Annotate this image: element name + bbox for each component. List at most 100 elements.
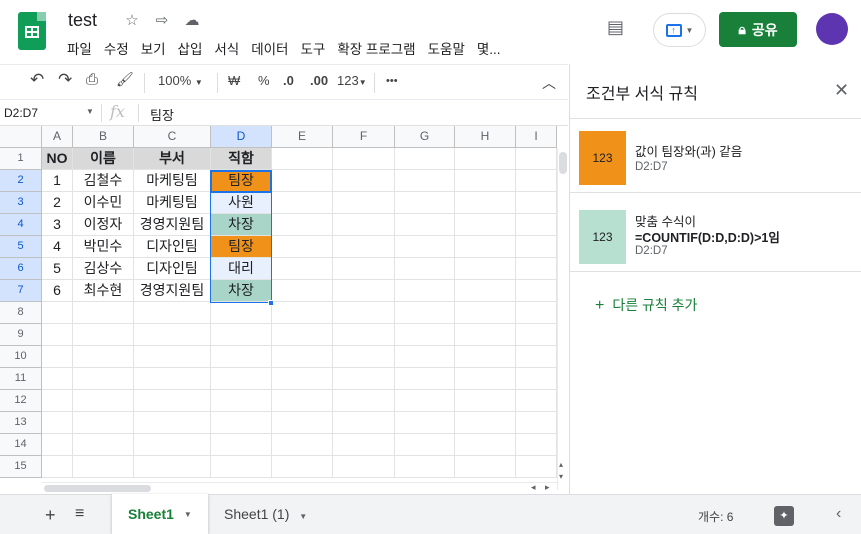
formula-input[interactable]: 팀장	[150, 105, 174, 124]
cell[interactable]	[516, 258, 557, 280]
cell[interactable]: 팀장	[211, 236, 272, 258]
cell[interactable]	[395, 434, 455, 456]
cell[interactable]	[42, 434, 73, 456]
row-header[interactable]: 2	[0, 170, 42, 192]
column-header[interactable]: I	[516, 126, 557, 148]
cell[interactable]: 마케팅팀	[134, 192, 211, 214]
cell[interactable]	[134, 412, 211, 434]
cell[interactable]	[333, 170, 395, 192]
cell[interactable]	[272, 236, 333, 258]
cell[interactable]	[455, 368, 516, 390]
cell[interactable]: 경영지원팀	[134, 280, 211, 302]
scroll-up-icon[interactable]: ▴	[559, 460, 563, 469]
cloud-status-icon[interactable]: ☁	[183, 11, 201, 29]
add-sheet-icon[interactable]: +	[45, 505, 56, 526]
cell[interactable]	[272, 192, 333, 214]
cell[interactable]	[516, 148, 557, 170]
cell[interactable]: 5	[42, 258, 73, 280]
cell[interactable]: 김철수	[73, 170, 134, 192]
all-sheets-icon[interactable]: ≡	[75, 505, 84, 523]
star-icon[interactable]: ☆	[123, 11, 141, 29]
chevron-down-icon[interactable]: ▼	[86, 107, 94, 116]
menu-item[interactable]: 도움말	[428, 38, 465, 58]
cell[interactable]: 최수현	[73, 280, 134, 302]
row-header[interactable]: 13	[0, 412, 42, 434]
cell[interactable]: 차장	[211, 214, 272, 236]
zoom-select[interactable]: 100% ▼	[158, 73, 203, 88]
name-box[interactable]: D2:D7	[4, 106, 94, 120]
cell[interactable]	[455, 302, 516, 324]
more-formats-select[interactable]: 123▼	[337, 73, 367, 88]
cell[interactable]	[395, 390, 455, 412]
cell[interactable]	[272, 148, 333, 170]
cell[interactable]	[134, 390, 211, 412]
chevron-down-icon[interactable]: ▼	[184, 510, 192, 519]
cell[interactable]	[455, 258, 516, 280]
increase-decimal-button[interactable]: .00	[310, 73, 328, 88]
selection-count[interactable]: 개수: 6	[698, 508, 733, 525]
cell[interactable]	[455, 390, 516, 412]
cell[interactable]	[42, 390, 73, 412]
print-icon[interactable]: ⎙	[86, 71, 98, 88]
cell[interactable]	[42, 412, 73, 434]
cell[interactable]: 경영지원팀	[134, 214, 211, 236]
cell[interactable]	[73, 346, 134, 368]
cell[interactable]: 1	[42, 170, 73, 192]
cell[interactable]	[211, 412, 272, 434]
cell[interactable]	[73, 412, 134, 434]
tab-sheet1-copy[interactable]: Sheet1 (1) ▼	[224, 506, 307, 522]
cell[interactable]	[395, 412, 455, 434]
cell[interactable]	[211, 368, 272, 390]
cell[interactable]: 이수민	[73, 192, 134, 214]
row-header[interactable]: 4	[0, 214, 42, 236]
cell[interactable]: 사원	[211, 192, 272, 214]
cell[interactable]: 김상수	[73, 258, 134, 280]
chevron-left-icon[interactable]: ‹	[836, 505, 841, 523]
row-header[interactable]: 15	[0, 456, 42, 478]
column-header[interactable]: F	[333, 126, 395, 148]
header-cell[interactable]: 직함	[211, 148, 272, 170]
header-cell[interactable]: 부서	[134, 148, 211, 170]
row-header[interactable]: 5	[0, 236, 42, 258]
decrease-decimal-button[interactable]: .0	[283, 73, 294, 88]
rule-item[interactable]: 123 맞춤 수식이 =COUNTIF(D:D,D:D)>1임 D2:D7	[569, 198, 861, 272]
chevron-up-icon[interactable]: ︿	[542, 73, 556, 93]
cell[interactable]	[73, 390, 134, 412]
cell[interactable]	[333, 390, 395, 412]
cell[interactable]	[134, 368, 211, 390]
cell[interactable]	[455, 280, 516, 302]
menu-item[interactable]: 확장 프로그램	[337, 38, 415, 58]
cell[interactable]	[516, 346, 557, 368]
cell[interactable]	[272, 390, 333, 412]
row-header[interactable]: 14	[0, 434, 42, 456]
cell[interactable]: 6	[42, 280, 73, 302]
cell[interactable]: 대리	[211, 258, 272, 280]
cell[interactable]	[211, 346, 272, 368]
tab-sheet1[interactable]: Sheet1 ▼	[112, 494, 208, 534]
cell[interactable]	[42, 346, 73, 368]
move-folder-icon[interactable]: ⇨	[153, 11, 171, 29]
cell[interactable]: 3	[42, 214, 73, 236]
cell[interactable]	[455, 214, 516, 236]
cell[interactable]	[333, 412, 395, 434]
cell[interactable]	[272, 324, 333, 346]
fill-handle[interactable]	[268, 300, 274, 306]
menu-item[interactable]: 데이터	[251, 38, 288, 58]
cell[interactable]	[211, 456, 272, 478]
cell[interactable]	[395, 280, 455, 302]
cell[interactable]	[333, 368, 395, 390]
add-rule-button[interactable]: + 다른 규칙 추가	[595, 295, 697, 315]
cell[interactable]	[272, 214, 333, 236]
cell[interactable]	[211, 434, 272, 456]
share-button[interactable]: 🔒︎ 공유	[719, 12, 797, 47]
cell[interactable]	[272, 456, 333, 478]
cell[interactable]	[395, 258, 455, 280]
cell[interactable]	[516, 192, 557, 214]
row-header[interactable]: 9	[0, 324, 42, 346]
column-header[interactable]: C	[134, 126, 211, 148]
cell[interactable]	[516, 412, 557, 434]
document-title[interactable]: test	[68, 10, 97, 31]
undo-icon[interactable]: ↶	[30, 70, 44, 90]
cell[interactable]	[516, 302, 557, 324]
column-header[interactable]: G	[395, 126, 455, 148]
